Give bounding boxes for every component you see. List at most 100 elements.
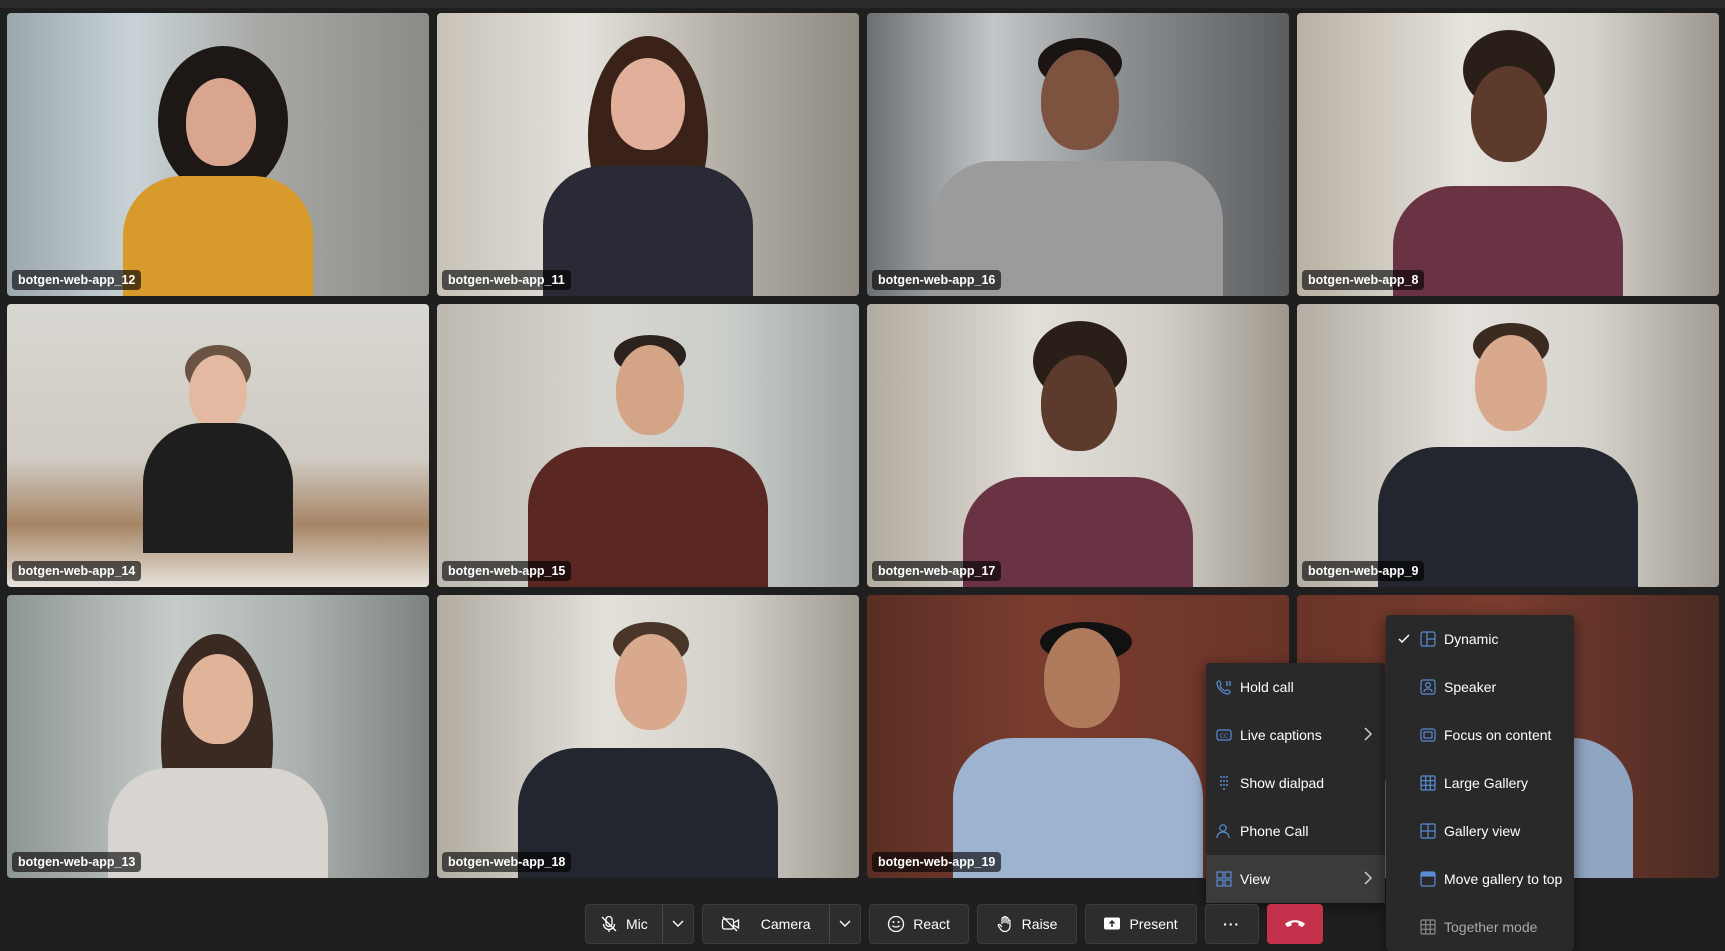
view-option-dynamic[interactable]: Dynamic — [1386, 615, 1574, 663]
participant-figure — [948, 608, 1208, 878]
view-option-label: Large Gallery — [1444, 775, 1529, 791]
mic-label: Mic — [626, 916, 648, 932]
video-tile[interactable]: botgen-web-app_12 — [7, 13, 429, 296]
menu-item-live-captions[interactable]: CC Live captions — [1206, 711, 1385, 759]
chevron-right-icon — [1363, 871, 1373, 888]
gallery-top-icon — [1420, 871, 1436, 887]
view-option-label: Move gallery to top — [1444, 871, 1563, 887]
phone-icon — [1216, 823, 1232, 839]
large-gallery-icon — [1420, 775, 1436, 791]
camera-off-icon — [721, 915, 741, 933]
participant-figure — [518, 327, 778, 587]
view-option-label: Speaker — [1444, 679, 1497, 695]
speaker-icon — [1420, 679, 1436, 695]
present-button[interactable]: Present — [1084, 904, 1197, 944]
participant-figure — [133, 337, 303, 587]
svg-text:CC: CC — [1220, 733, 1228, 740]
smile-icon — [887, 915, 905, 933]
dynamic-icon — [1420, 631, 1436, 647]
participant-name: botgen-web-app_12 — [12, 270, 142, 290]
top-bar — [0, 0, 1725, 8]
participant-name: botgen-web-app_9 — [1302, 561, 1425, 581]
menu-item-label: Hold call — [1240, 679, 1294, 695]
participant-figure — [533, 26, 763, 296]
participant-name: botgen-web-app_18 — [442, 852, 572, 872]
view-option-focus-on-content[interactable]: Focus on content — [1386, 711, 1574, 759]
camera-options-button[interactable] — [828, 905, 860, 943]
menu-item-label: Live captions — [1240, 727, 1322, 743]
view-submenu: Dynamic Speaker Focus on content Large G… — [1386, 615, 1574, 951]
mic-off-icon — [600, 915, 618, 933]
mic-control: Mic — [585, 904, 694, 944]
hand-icon — [996, 915, 1014, 933]
focus-content-icon — [1420, 727, 1436, 743]
checkmark-icon — [1398, 633, 1414, 645]
view-option-together-mode[interactable]: Together mode — [1386, 903, 1574, 951]
present-label: Present — [1129, 916, 1178, 932]
hold-icon — [1216, 679, 1232, 695]
more-options-menu: Hold call CC Live captions Show dialpad … — [1206, 663, 1385, 903]
chevron-down-icon — [672, 920, 684, 928]
menu-item-phone-call[interactable]: Phone Call — [1206, 807, 1385, 855]
view-grid-icon — [1216, 871, 1232, 887]
participant-name: botgen-web-app_11 — [442, 270, 571, 290]
view-option-label: Focus on content — [1444, 727, 1552, 743]
view-option-speaker[interactable]: Speaker — [1386, 663, 1574, 711]
menu-item-label: Show dialpad — [1240, 775, 1325, 791]
menu-item-hold-call[interactable]: Hold call — [1206, 663, 1385, 711]
camera-control: Camera — [701, 904, 861, 944]
participant-figure — [103, 618, 333, 878]
video-tile[interactable]: botgen-web-app_17 — [867, 304, 1289, 587]
participant-figure — [118, 26, 318, 296]
video-tile[interactable]: botgen-web-app_9 — [1297, 304, 1719, 587]
video-tile[interactable]: botgen-web-app_16 — [867, 13, 1289, 296]
participant-figure — [513, 618, 783, 878]
participant-figure — [1383, 26, 1633, 296]
chevron-down-icon — [839, 920, 851, 928]
view-option-move-gallery-to-top[interactable]: Move gallery to top — [1386, 855, 1574, 903]
react-button[interactable]: React — [868, 904, 969, 944]
together-mode-icon — [1420, 919, 1436, 935]
raise-label: Raise — [1021, 916, 1058, 932]
more-options-button[interactable]: ··· — [1204, 904, 1259, 944]
participant-figure — [933, 26, 1223, 296]
camera-label: Camera — [760, 916, 811, 932]
participant-name: botgen-web-app_14 — [12, 561, 142, 581]
call-toolbar: Mic Camera React Raise Present ··· — [585, 904, 1323, 944]
chevron-right-icon — [1363, 727, 1373, 744]
participant-name: botgen-web-app_16 — [872, 270, 1002, 290]
camera-button[interactable]: Camera — [703, 905, 829, 943]
view-option-gallery-view[interactable]: Gallery view — [1386, 807, 1574, 855]
participant-figure — [1373, 317, 1643, 587]
participant-name: botgen-web-app_19 — [872, 852, 1002, 872]
mic-button[interactable]: Mic — [586, 905, 662, 943]
video-tile[interactable]: botgen-web-app_18 — [437, 595, 859, 878]
video-tile[interactable]: botgen-web-app_11 — [437, 13, 859, 296]
hang-up-icon — [1284, 918, 1306, 930]
video-tile[interactable]: botgen-web-app_13 — [7, 595, 429, 878]
video-tile[interactable]: botgen-web-app_8 — [1297, 13, 1719, 296]
gallery-view-icon — [1420, 823, 1436, 839]
menu-item-view[interactable]: View — [1206, 855, 1385, 903]
mic-options-button[interactable] — [661, 905, 693, 943]
menu-item-show-dialpad[interactable]: Show dialpad — [1206, 759, 1385, 807]
more-label: ··· — [1223, 916, 1241, 932]
menu-item-label: View — [1240, 871, 1271, 887]
raise-hand-button[interactable]: Raise — [976, 904, 1077, 944]
view-option-label: Gallery view — [1444, 823, 1521, 839]
captions-icon: CC — [1216, 727, 1232, 743]
participant-name: botgen-web-app_17 — [872, 561, 1002, 581]
participant-name: botgen-web-app_8 — [1302, 270, 1425, 290]
participant-name: botgen-web-app_15 — [442, 561, 572, 581]
view-option-label: Dynamic — [1444, 631, 1499, 647]
view-option-large-gallery[interactable]: Large Gallery — [1386, 759, 1574, 807]
share-screen-icon — [1103, 916, 1121, 932]
video-tile[interactable]: botgen-web-app_14 — [7, 304, 429, 587]
participant-name: botgen-web-app_13 — [12, 852, 142, 872]
menu-item-label: Phone Call — [1240, 823, 1309, 839]
view-option-label: Together mode — [1444, 919, 1538, 935]
video-tile[interactable]: botgen-web-app_15 — [437, 304, 859, 587]
dialpad-icon — [1216, 775, 1232, 791]
hang-up-button[interactable] — [1266, 904, 1323, 944]
react-label: React — [913, 916, 950, 932]
